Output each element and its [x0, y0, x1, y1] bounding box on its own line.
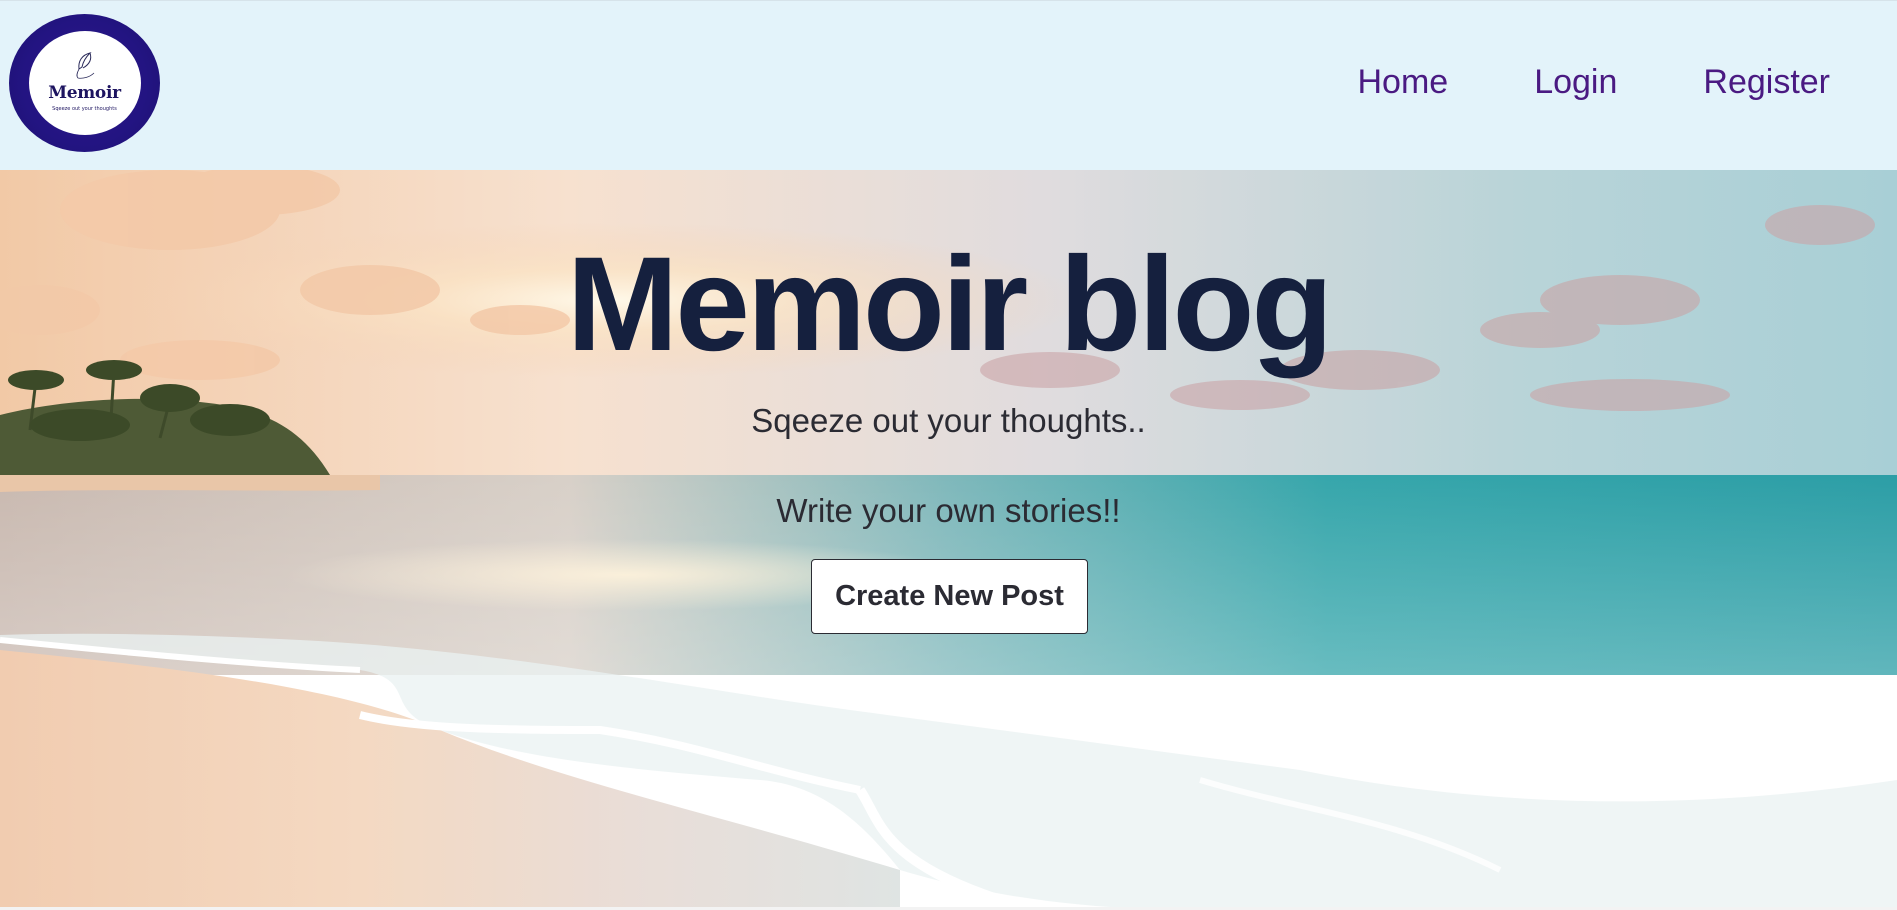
hero-subtitle: Sqeeze out your thoughts.. [751, 402, 1146, 439]
nav-link-register[interactable]: Register [1703, 63, 1830, 102]
logo-badge: Memoir Sqeeze out your thoughts [28, 31, 141, 135]
nav-link-home[interactable]: Home [1357, 63, 1448, 102]
create-new-post-button[interactable]: Create New Post [811, 559, 1088, 634]
nav-link-login[interactable]: Login [1534, 63, 1617, 102]
hero-title: Memoir blog [566, 230, 1334, 379]
hero-tagline: Write your own stories!! [776, 492, 1121, 529]
navbar: Memoir Sqeeze out your thoughts Home Log… [0, 0, 1897, 170]
nav-links: Home Login Register [1357, 63, 1830, 102]
site-logo[interactable]: Memoir Sqeeze out your thoughts [9, 14, 160, 152]
feather-icon [76, 51, 94, 79]
logo-name: Memoir [48, 82, 121, 103]
hero-section: Memoir blog Sqeeze out your thoughts.. W… [0, 170, 1897, 910]
logo-tagline: Sqeeze out your thoughts [52, 105, 117, 112]
